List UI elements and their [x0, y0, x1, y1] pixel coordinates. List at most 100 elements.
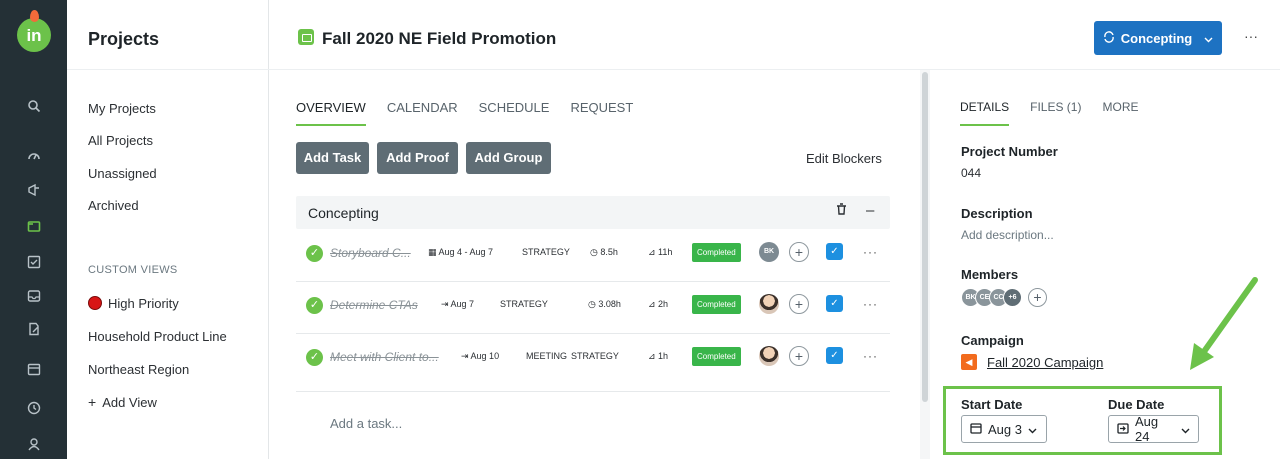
- add-assignee-button[interactable]: +: [789, 346, 809, 366]
- add-task-button[interactable]: Add Task: [296, 142, 369, 174]
- task-effort: ⊿ 2h: [648, 299, 668, 310]
- task-effort: ⊿ 1h: [648, 351, 668, 362]
- task-date[interactable]: ▦ Aug 4 - Aug 7: [428, 247, 493, 258]
- nav-item-northeast-region[interactable]: Northeast Region: [88, 362, 189, 377]
- task-more-button[interactable]: ···: [863, 245, 878, 259]
- tab-more[interactable]: MORE: [1102, 100, 1138, 126]
- inbox-icon[interactable]: [0, 289, 67, 306]
- nav-item-archived[interactable]: Archived: [88, 198, 139, 213]
- task-date[interactable]: ⇥ Aug 7: [441, 299, 474, 310]
- trash-icon[interactable]: [836, 203, 847, 218]
- start-date-icon: [970, 422, 982, 437]
- avatar[interactable]: [759, 346, 779, 366]
- task-row[interactable]: ✓ Determine CTAs ⇥ Aug 7 STRATEGY ◷ 3.08…: [296, 282, 890, 334]
- task-row[interactable]: ✓ Storyboard C... ▦ Aug 4 - Aug 7 STRATE…: [296, 230, 890, 282]
- status-badge[interactable]: Completed: [692, 295, 741, 314]
- task-row[interactable]: ✓ Meet with Client to... ⇥ Aug 10 MEETIN…: [296, 334, 890, 392]
- nav-item-all-projects[interactable]: All Projects: [88, 133, 153, 148]
- edit-blockers-link[interactable]: Edit Blockers: [806, 151, 882, 166]
- project-number-value[interactable]: 044: [961, 166, 981, 180]
- logo-flame: [30, 10, 39, 22]
- clock-icon: ◷: [590, 247, 601, 257]
- status-badge[interactable]: Completed: [692, 347, 741, 366]
- app-logo[interactable]: in: [17, 10, 51, 52]
- start-date-picker[interactable]: Aug 3: [961, 415, 1047, 443]
- tab-request[interactable]: REQUEST: [570, 100, 633, 126]
- task-date-text: Aug 4 - Aug 7: [438, 247, 494, 257]
- task-time: ◷ 3.08h: [588, 299, 621, 310]
- proof-icon[interactable]: [0, 322, 67, 339]
- add-proof-button[interactable]: Add Proof: [377, 142, 458, 174]
- task-tag: STRATEGY: [522, 247, 570, 257]
- collapse-icon[interactable]: –: [866, 202, 874, 219]
- task-time: ◷ 8.5h: [590, 247, 618, 258]
- tab-details[interactable]: DETAILS: [960, 100, 1010, 126]
- approval-check-icon[interactable]: ✓: [826, 347, 843, 364]
- due-date-label: Due Date: [1108, 397, 1165, 412]
- status-dropdown-button[interactable]: Concepting: [1094, 21, 1222, 55]
- time-icon[interactable]: [0, 401, 67, 418]
- app-root: in Projects My Projects All Projects Una…: [0, 0, 1280, 459]
- approval-check-icon[interactable]: ✓: [826, 295, 843, 312]
- search-icon[interactable]: [0, 99, 67, 116]
- due-date-picker[interactable]: Aug 24: [1108, 414, 1199, 444]
- task-date[interactable]: ⇥ Aug 10: [461, 351, 499, 362]
- completed-check-icon[interactable]: ✓: [306, 297, 323, 314]
- due-date-icon: ⇥: [441, 299, 451, 309]
- nav-item-label: High Priority: [108, 296, 179, 311]
- nav-item-my-projects[interactable]: My Projects: [88, 101, 156, 116]
- campaign-link[interactable]: Fall 2020 Campaign: [987, 355, 1103, 370]
- task-effort: ⊿ 11h: [648, 247, 672, 258]
- avatar[interactable]: BK: [759, 242, 779, 262]
- add-group-button[interactable]: Add Group: [466, 142, 551, 174]
- campaign-icon[interactable]: [0, 183, 67, 200]
- task-name[interactable]: Storyboard C...: [330, 246, 411, 260]
- dashboard-icon[interactable]: [0, 149, 67, 166]
- add-task-input[interactable]: Add a task...: [330, 416, 402, 431]
- header-more-button[interactable]: ···: [1244, 28, 1258, 44]
- tab-overview[interactable]: OVERVIEW: [296, 100, 366, 126]
- plus-icon: +: [88, 394, 97, 410]
- tab-schedule[interactable]: SCHEDULE: [479, 100, 550, 126]
- scrollbar-thumb[interactable]: [922, 72, 928, 402]
- description-label: Description: [961, 206, 1033, 221]
- avatar[interactable]: [759, 294, 779, 314]
- tab-files[interactable]: FILES (1): [1030, 100, 1081, 126]
- start-date-value: Aug 3: [988, 421, 1022, 437]
- task-time-text: 8.5h: [600, 247, 618, 257]
- task-effort-text: 11h: [658, 247, 673, 257]
- projects-nav: Projects My Projects All Projects Unassi…: [67, 0, 269, 459]
- task-effort-text: 1h: [658, 351, 669, 361]
- add-view-button[interactable]: + Add View: [88, 394, 157, 410]
- user-icon[interactable]: [0, 437, 67, 454]
- details-tabs: DETAILS FILES (1) MORE: [960, 100, 1138, 126]
- completed-check-icon[interactable]: ✓: [306, 349, 323, 366]
- task-name[interactable]: Meet with Client to...: [330, 350, 439, 364]
- task-date-text: Aug 7: [450, 299, 475, 309]
- projects-icon[interactable]: [0, 219, 67, 236]
- project-number-label: Project Number: [961, 144, 1058, 159]
- task-tag: STRATEGY: [571, 351, 619, 361]
- green-annotation-arrow-icon: [1190, 277, 1258, 370]
- completed-check-icon[interactable]: ✓: [306, 245, 323, 262]
- add-member-button[interactable]: +: [1028, 288, 1047, 307]
- effort-icon: ⊿: [648, 351, 659, 361]
- task-more-button[interactable]: ···: [863, 349, 878, 363]
- more-members-badge[interactable]: +6: [1003, 288, 1022, 307]
- task-time-text: 3.08h: [598, 299, 621, 309]
- nav-item-household-product-line[interactable]: Household Product Line: [88, 329, 227, 344]
- status-badge[interactable]: Completed: [692, 243, 741, 262]
- task-name[interactable]: Determine CTAs: [330, 298, 418, 312]
- chevron-down-icon: [1181, 422, 1190, 437]
- tasks-icon[interactable]: [0, 255, 67, 272]
- chevron-down-icon: [1204, 31, 1213, 46]
- add-assignee-button[interactable]: +: [789, 294, 809, 314]
- task-more-button[interactable]: ···: [863, 297, 878, 311]
- tab-calendar[interactable]: CALENDAR: [387, 100, 458, 126]
- nav-item-high-priority[interactable]: High Priority: [88, 296, 179, 311]
- approval-check-icon[interactable]: ✓: [826, 243, 843, 260]
- calendar-icon[interactable]: [0, 362, 67, 379]
- description-field[interactable]: Add description...: [961, 228, 1054, 242]
- add-assignee-button[interactable]: +: [789, 242, 809, 262]
- nav-item-unassigned[interactable]: Unassigned: [88, 166, 157, 181]
